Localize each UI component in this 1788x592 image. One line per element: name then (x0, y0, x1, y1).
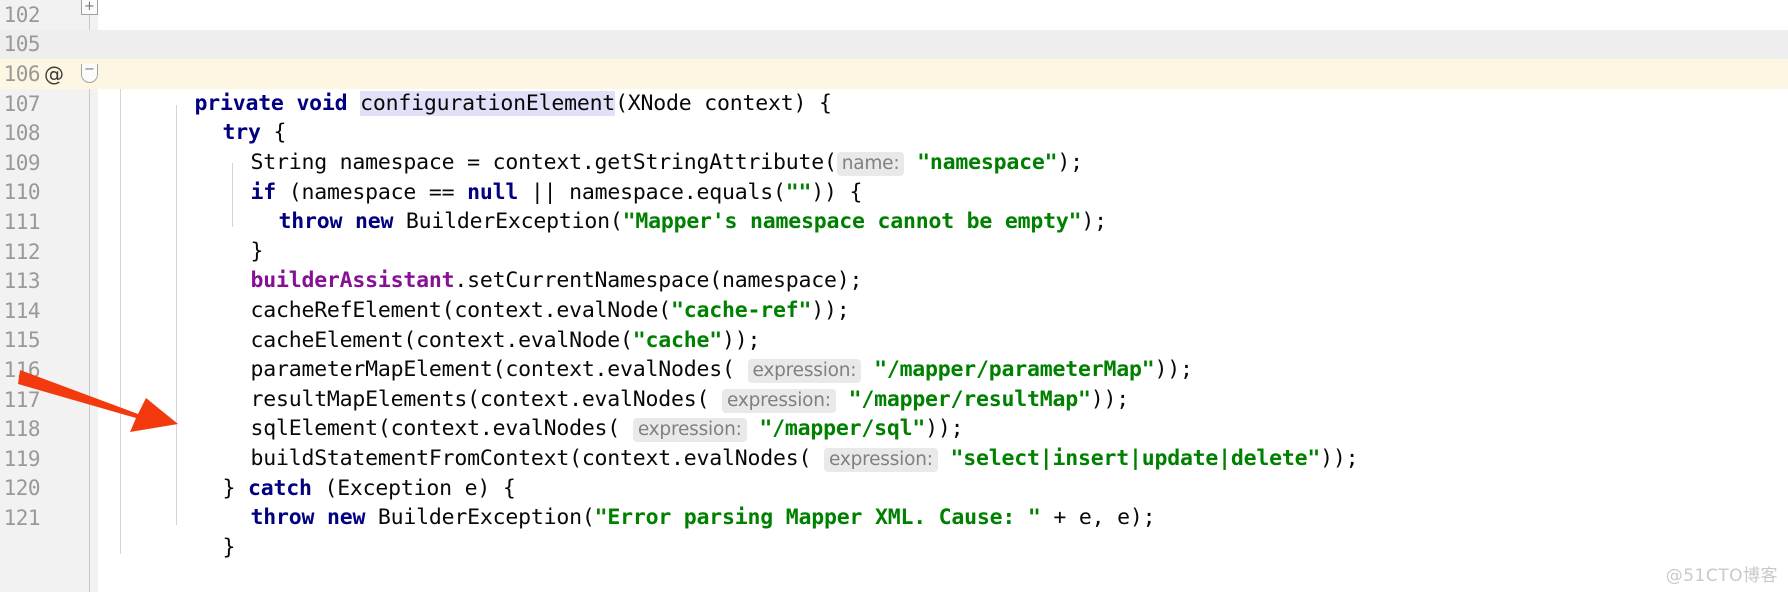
token-brace-close: } (222, 534, 236, 560)
code-line[interactable]: } (98, 207, 1788, 264)
line-number: 109 (3, 150, 41, 175)
code-line[interactable]: sqlElement(context.evalNodes( expression… (98, 385, 1788, 443)
line-number: 112 (3, 239, 41, 264)
code-editor[interactable]: 102 105 106 @ 107 108 109 110 111 112 11… (0, 0, 1788, 592)
gutter-row[interactable]: 112 (0, 237, 98, 267)
code-line[interactable]: public XNode getSqlFragment(String refid… (98, 0, 1788, 57)
gutter-row[interactable]: 105 (0, 29, 98, 60)
code-line[interactable]: cacheRefElement(context.evalNode("cache-… (98, 266, 1788, 323)
gutter-row[interactable]: 119 (0, 444, 98, 474)
line-number: 119 (3, 446, 41, 471)
line-number: 108 (3, 121, 41, 146)
gutter-row[interactable]: 120 (0, 474, 98, 504)
editor-gutter[interactable]: 102 105 106 @ 107 108 109 110 111 112 11… (0, 0, 98, 592)
line-number: 107 (3, 91, 41, 116)
code-area[interactable]: public XNode getSqlFragment(String refid… (98, 0, 1788, 592)
annotation-marker-icon[interactable]: @ (44, 62, 64, 86)
line-number: 113 (3, 269, 41, 294)
code-line[interactable]: try { (98, 89, 1788, 145)
line-number: 111 (3, 209, 41, 234)
line-number: 121 (3, 505, 41, 530)
line-number: 115 (3, 328, 41, 353)
code-line[interactable]: } (98, 503, 1788, 560)
code-line[interactable]: if (namespace == null || namespace.equal… (98, 148, 1788, 205)
line-number: 118 (3, 417, 41, 442)
fold-expand-icon[interactable]: + (81, 0, 98, 15)
line-number: 102 (3, 2, 41, 27)
line-number: 117 (3, 387, 41, 412)
code-line[interactable]: resultMapElements(context.evalNodes( exp… (98, 355, 1788, 413)
code-line[interactable]: String namespace = context.getStringAttr… (98, 118, 1788, 176)
gutter-row[interactable]: 113 (0, 266, 98, 296)
line-number: 106 (3, 61, 41, 86)
gutter-row[interactable]: 108 (0, 118, 98, 148)
code-line[interactable]: cacheElement(context.evalNode("cache")); (98, 296, 1788, 353)
code-line[interactable]: throw new BuilderException("Mapper's nam… (98, 178, 1788, 234)
gutter-row[interactable]: 116 (0, 355, 98, 385)
line-number: 120 (3, 476, 41, 501)
gutter-row[interactable]: 121 (0, 503, 98, 533)
line-number: 110 (3, 180, 41, 205)
gutter-row[interactable]: 109 (0, 148, 98, 178)
gutter-row[interactable]: 118 (0, 414, 98, 444)
code-line[interactable]: } catch (Exception e) { (98, 444, 1788, 501)
watermark-text: @51CTO博客 (1665, 566, 1778, 586)
code-line-blank[interactable] (98, 29, 1788, 60)
code-line[interactable]: throw new BuilderException("Error parsin… (98, 474, 1788, 530)
gutter-row[interactable]: 115 (0, 326, 98, 356)
gutter-row[interactable]: 107 (0, 89, 98, 119)
code-line[interactable]: builderAssistant.setCurrentNamespace(nam… (98, 237, 1788, 293)
line-number: 105 (3, 32, 41, 57)
line-number: 114 (3, 298, 41, 323)
code-line-caret[interactable]: private void configurationElement(XNode … (98, 59, 1788, 116)
fold-collapse-icon[interactable]: − (81, 63, 98, 83)
code-line-arrow-target[interactable]: buildStatementFromContext(context.evalNo… (98, 414, 1788, 472)
code-line[interactable]: parameterMapElement(context.evalNodes( e… (98, 326, 1788, 384)
gutter-row[interactable]: 117 (0, 385, 98, 415)
line-number: 116 (3, 357, 41, 382)
gutter-row[interactable]: 114 (0, 296, 98, 326)
gutter-row[interactable]: 111 (0, 207, 98, 237)
gutter-row[interactable]: 110 (0, 178, 98, 208)
